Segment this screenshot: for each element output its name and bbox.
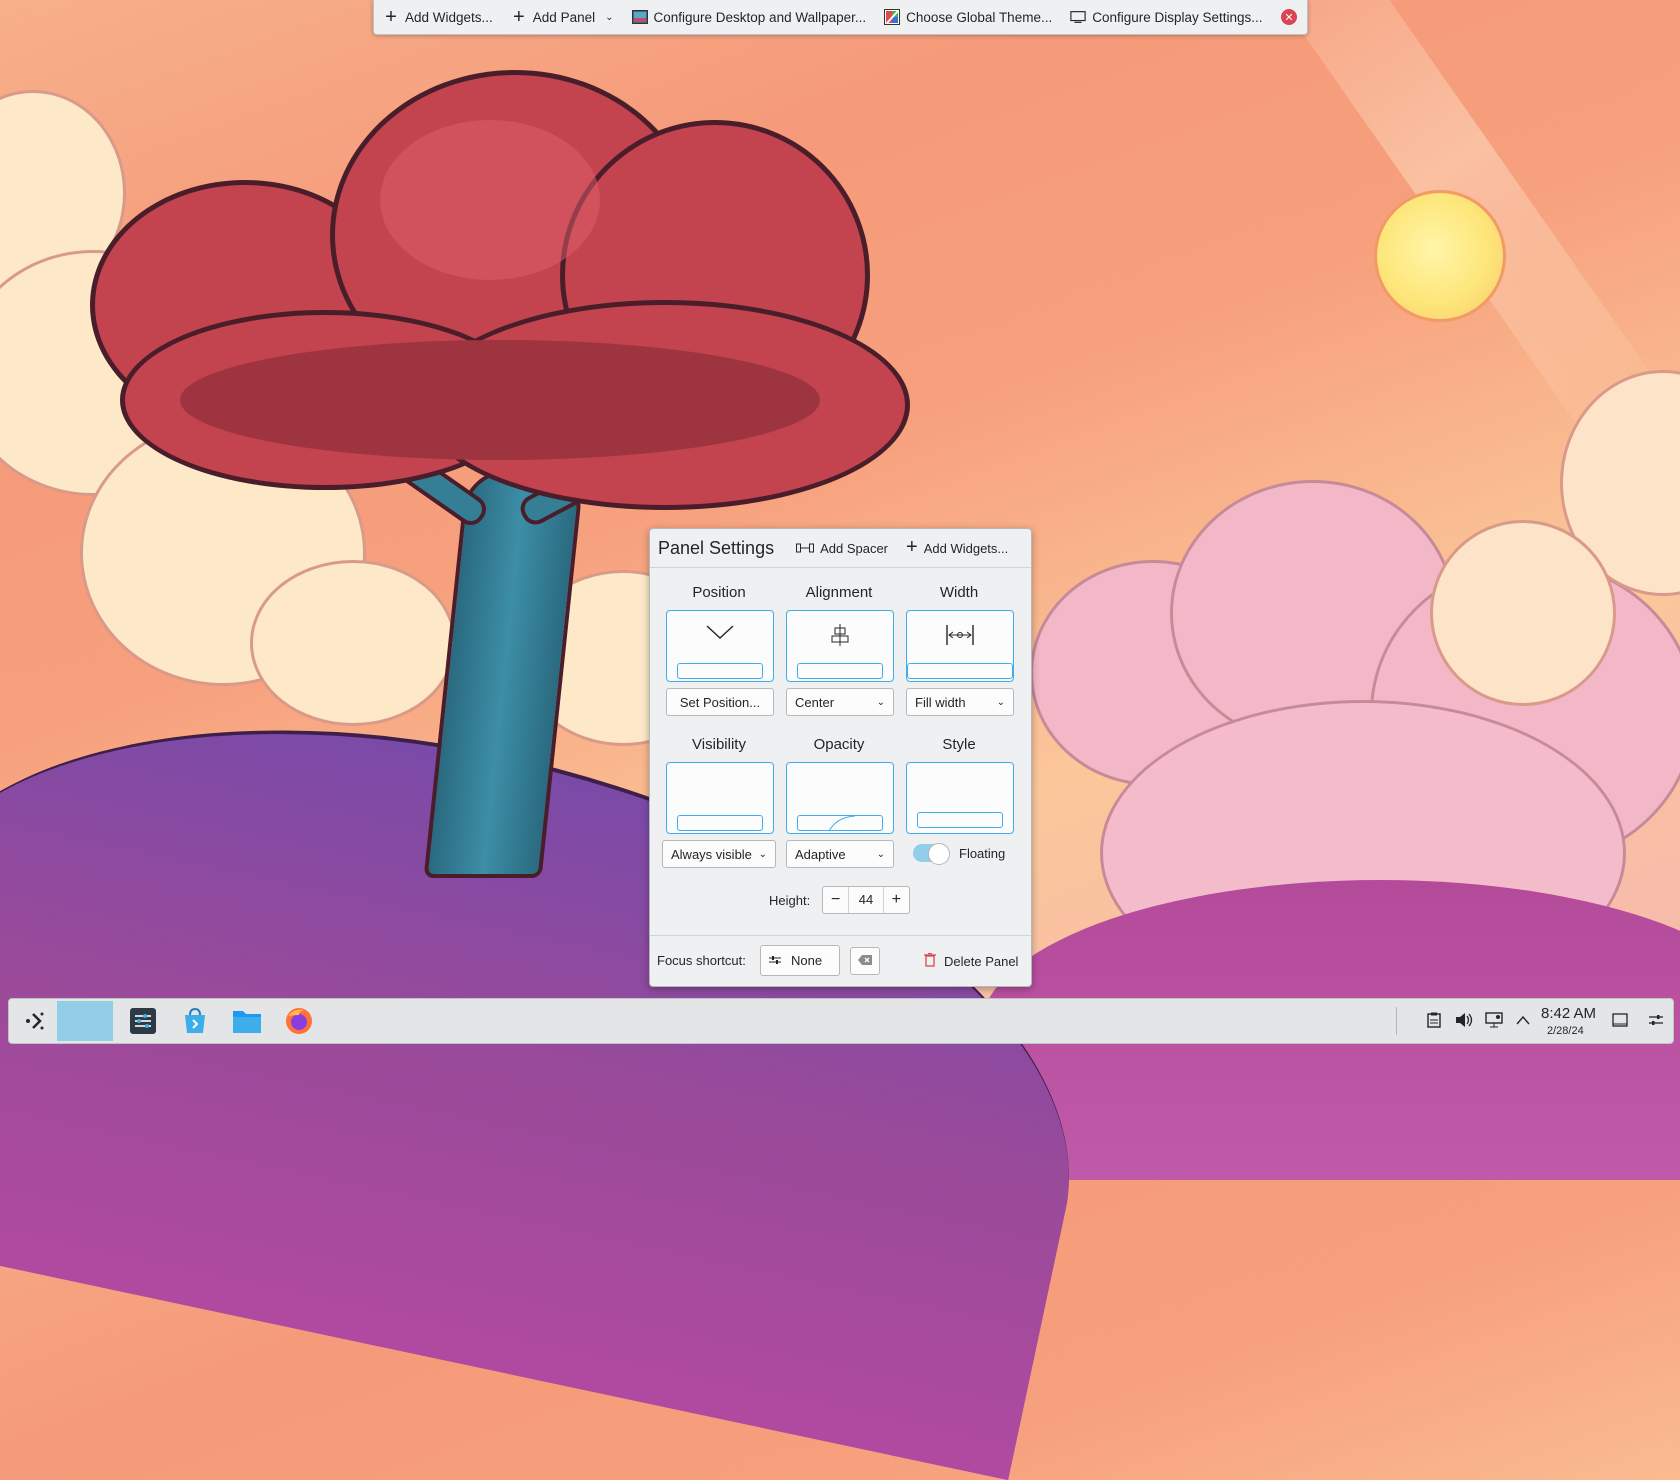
- chevron-down-icon: ⌄: [605, 11, 614, 23]
- add-widgets-button[interactable]: Add Widgets...: [906, 540, 1009, 556]
- add-panel-button[interactable]: Add Panel ⌄: [502, 0, 623, 34]
- focus-shortcut-label: Focus shortcut:: [657, 953, 746, 968]
- height-value-input[interactable]: 44: [848, 887, 884, 913]
- panel-configure-icon[interactable]: [1647, 1011, 1665, 1029]
- wallpaper-icon: [631, 9, 648, 25]
- chevron-down-icon: ⌄: [996, 696, 1005, 708]
- network-icon[interactable]: [1485, 1011, 1503, 1029]
- close-edit-mode-icon[interactable]: ✕: [1281, 9, 1297, 25]
- show-desktop-icon[interactable]: [1611, 1011, 1629, 1029]
- floating-toggle[interactable]: [913, 843, 950, 865]
- monitor-icon: [1070, 9, 1086, 25]
- style-preview[interactable]: [906, 762, 1014, 834]
- plus-icon: [383, 9, 399, 25]
- width-label: Width: [939, 584, 979, 601]
- dialog-title: Panel Settings: [658, 537, 775, 558]
- focus-shortcut-button[interactable]: None: [760, 945, 840, 976]
- display-settings-button[interactable]: Configure Display Settings...: [1061, 0, 1271, 34]
- chevron-down-icon: [667, 623, 773, 646]
- chevron-down-icon: ⌄: [758, 848, 767, 860]
- alignment-label: Alignment: [805, 584, 873, 601]
- firefox-icon[interactable]: [283, 1005, 315, 1037]
- height-label: Height:: [769, 893, 811, 908]
- visibility-select[interactable]: Always visible ⌄: [662, 840, 776, 868]
- spacer-icon: [796, 541, 815, 556]
- pager-desktop-1[interactable]: [57, 1001, 113, 1041]
- clear-shortcut-button[interactable]: [850, 947, 880, 975]
- chevron-down-icon: ⌄: [876, 848, 885, 860]
- width-preview[interactable]: [906, 610, 1014, 682]
- clock-date[interactable]: 2/28/24: [1547, 1025, 1584, 1037]
- configure-desktop-button[interactable]: Configure Desktop and Wallpaper...: [623, 0, 876, 34]
- height-increase-button[interactable]: +: [884, 891, 909, 909]
- sun-graphic: [1374, 190, 1506, 322]
- set-position-button[interactable]: Set Position...: [666, 688, 774, 716]
- edit-mode-toolbar: Add Widgets... Add Panel ⌄ Configure Des…: [373, 0, 1308, 35]
- style-label: Style: [942, 736, 976, 753]
- plus-icon: [511, 9, 527, 25]
- theme-icon: [884, 9, 901, 25]
- opacity-select[interactable]: Adaptive ⌄: [786, 840, 894, 868]
- alignment-preview[interactable]: [786, 610, 894, 682]
- plus-icon: [906, 540, 918, 556]
- visibility-label: Visibility: [692, 736, 746, 753]
- align-center-icon: [787, 623, 893, 652]
- visibility-preview[interactable]: [666, 762, 774, 834]
- width-select[interactable]: Fill width ⌄: [906, 688, 1014, 716]
- position-label: Position: [692, 584, 746, 601]
- chevron-down-icon: ⌄: [876, 696, 885, 708]
- chevron-up-icon[interactable]: [1514, 1011, 1532, 1029]
- app-launcher-icon[interactable]: [19, 1005, 51, 1037]
- file-manager-icon[interactable]: [231, 1005, 263, 1037]
- alignment-select[interactable]: Center ⌄: [786, 688, 894, 716]
- trash-icon: [924, 953, 936, 970]
- floating-label: Floating: [959, 846, 1006, 861]
- height-decrease-button[interactable]: −: [823, 891, 848, 909]
- global-theme-button[interactable]: Choose Global Theme...: [875, 0, 1061, 34]
- opacity-preview[interactable]: [786, 762, 894, 834]
- opacity-label: Opacity: [813, 736, 865, 753]
- shortcut-icon: [769, 953, 781, 968]
- volume-icon[interactable]: [1455, 1011, 1473, 1029]
- discover-store-icon[interactable]: [179, 1005, 211, 1037]
- fill-width-icon: [907, 623, 1013, 652]
- backspace-icon: [857, 954, 873, 969]
- taskbar: 8:42 AM 2/28/24: [8, 998, 1674, 1044]
- add-spacer-button[interactable]: Add Spacer: [796, 541, 888, 556]
- clock-time[interactable]: 8:42 AM: [1541, 1005, 1596, 1022]
- clipboard-icon[interactable]: [1425, 1011, 1443, 1029]
- system-settings-icon[interactable]: [127, 1005, 159, 1037]
- delete-panel-button[interactable]: Delete Panel: [924, 953, 1018, 970]
- position-preview[interactable]: [666, 610, 774, 682]
- height-spinbox: − 44 +: [822, 886, 910, 914]
- add-widgets-button[interactable]: Add Widgets...: [374, 0, 502, 34]
